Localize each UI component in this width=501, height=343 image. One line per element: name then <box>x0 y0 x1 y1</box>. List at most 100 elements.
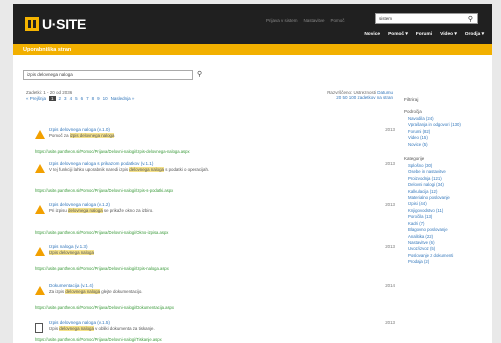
result-snippet: V tej funkciji lahko uporabnik naredi iz… <box>49 167 130 172</box>
result-item: Izpis delovnega naloga s prikazom podatk… <box>35 161 395 195</box>
result-version: (v.1.0) <box>97 127 110 132</box>
result-snippet: Izpis <box>49 326 60 331</box>
header-search-input[interactable] <box>376 14 464 23</box>
result-url[interactable]: https://usite.pantheon.si/Pomoc/Prijava/… <box>35 230 168 235</box>
result-highlight: delovnega naloga <box>59 326 94 331</box>
result-title[interactable]: Izpis delovnega naloga s prikazom podatk… <box>49 161 139 166</box>
result-version: (v.1.2) <box>97 202 110 207</box>
filter-section-title: Kategorije <box>404 156 425 162</box>
result-date: 2013 <box>385 320 395 325</box>
result-version: (v.1.3) <box>74 244 88 249</box>
filter-section-title: Področja <box>404 109 422 114</box>
result-highlight: izpis delovnega naloga <box>69 133 115 138</box>
filter-heading: Filtriraj <box>404 98 419 103</box>
warning-icon <box>35 130 45 139</box>
app: U·SITE Prijava v sistem Nastavitve Pomoč… <box>0 0 501 343</box>
result-snippet-end: glejte dokumentacijo. <box>100 289 143 294</box>
result-item: Izpis delovnega naloga (v.1.2) Pri izpis… <box>35 202 395 238</box>
pagination-page[interactable]: 7 <box>86 96 89 101</box>
result-version: (v.1.4) <box>80 283 94 288</box>
result-highlight: delovnega naloga <box>65 289 101 294</box>
result-highlight: Izpis delovnega naloga <box>49 250 94 255</box>
site-logo[interactable]: U·SITE <box>25 16 86 32</box>
result-title[interactable]: Izpis naloga <box>49 244 74 249</box>
warning-icon <box>35 164 45 173</box>
top-link-settings[interactable]: Nastavitve <box>304 18 325 23</box>
search-icon[interactable]: ⚲ <box>464 14 477 23</box>
result-date: 2013 <box>385 161 395 166</box>
result-title[interactable]: Izpis delovnega naloga <box>49 202 96 207</box>
result-url[interactable]: https://usite.pantheon.si/Pomoc/Prijava/… <box>35 305 174 310</box>
pagination-page[interactable]: 1 <box>49 96 56 101</box>
content-search-input[interactable]: izpis delovnega naloga <box>23 70 193 80</box>
section-title: Uporabniška stran <box>23 47 72 53</box>
result-body: Dokumentacija (v.1.4) Za izpis delovnega… <box>49 283 389 295</box>
result-body: Izpis delovnega naloga (v.1.0) Pomoč za … <box>49 127 389 139</box>
pagination-page[interactable]: 6 <box>81 96 84 101</box>
result-date: 2013 <box>385 202 395 207</box>
result-title[interactable]: Izpis delovnega naloga <box>49 320 96 325</box>
content-search: izpis delovnega naloga ⚲ <box>23 70 207 80</box>
logo-icon <box>25 17 39 31</box>
result-snippet: Pomoč za <box>49 133 70 138</box>
logo-text: U·SITE <box>42 16 87 32</box>
nav-item-tools[interactable]: Orodja ▾ <box>465 32 484 37</box>
top-links: Prijava v sistem Nastavitve Pomoč <box>266 18 345 23</box>
result-highlight: delovnega naloga <box>68 208 103 213</box>
result-item: Izpis delovnega naloga (v.1.5) Izpis del… <box>35 320 395 343</box>
nav-item-news[interactable]: Novice <box>364 32 380 37</box>
result-item: Izpis naloga (v.1.3) Izpis delovnega nal… <box>35 244 395 278</box>
warning-icon <box>35 286 45 295</box>
warning-icon <box>35 247 45 256</box>
pagination-page[interactable]: 8 <box>92 96 95 101</box>
result-item: Izpis delovnega naloga (v.1.0) Pomoč za … <box>35 127 395 157</box>
site-header: U·SITE Prijava v sistem Nastavitve Pomoč… <box>13 4 492 44</box>
pagination-page[interactable]: 10 <box>103 96 108 101</box>
result-url[interactable]: https://usite.pantheon.si/Pomoc/Prijava/… <box>35 337 162 342</box>
result-date: 2014 <box>385 283 395 288</box>
result-body: Izpis delovnega naloga (v.1.5) Izpis del… <box>49 320 389 332</box>
pagination-prev[interactable]: « Prejšnja <box>26 96 46 101</box>
page-frame: U·SITE Prijava v sistem Nastavitve Pomoč… <box>13 4 492 343</box>
result-url[interactable]: https://usite.pantheon.si/Pomoc/Prijava/… <box>35 188 173 193</box>
nav-item-video[interactable]: Video ▾ <box>440 32 457 37</box>
document-icon <box>35 323 43 333</box>
result-body: Izpis delovnega naloga (v.1.2) Pri izpis… <box>49 202 389 214</box>
result-date: 2013 <box>385 244 395 249</box>
result-snippet-end: v obliki dokumenta za tiskanje. <box>93 326 155 331</box>
result-version: (v.1.1) <box>140 161 154 166</box>
result-highlight: delovnega naloga <box>129 167 164 172</box>
pagination-page[interactable]: 9 <box>97 96 100 101</box>
result-snippet-end: se prikaže okno za izbiro. <box>102 208 154 213</box>
nav-item-help[interactable]: Pomoč ▾ <box>388 32 408 37</box>
result-url[interactable]: https://usite.pantheon.si/Pomoc/Prijava/… <box>35 149 190 154</box>
result-body: Izpis naloga (v.1.3) Izpis delovnega nal… <box>49 244 389 256</box>
results-count: Zadetki: 1 - 20 od 2036 <box>26 90 73 95</box>
result-date: 2013 <box>385 127 395 132</box>
nav-item-forums[interactable]: Forumi <box>416 32 432 37</box>
pagination-page[interactable]: 4 <box>70 96 73 101</box>
filter-link[interactable]: Prodaja (2) <box>404 259 484 265</box>
search-icon[interactable]: ⚲ <box>197 70 207 80</box>
pagination-next[interactable]: Naslednja » <box>111 96 135 101</box>
pagination-page[interactable]: 5 <box>75 96 78 101</box>
section-bar: Uporabniška stran <box>13 44 492 55</box>
pagination-page[interactable]: 3 <box>64 96 67 101</box>
sort-info: Razvrščeno: Ustreznosti Datumu 20 50 100… <box>313 90 393 100</box>
pagination-page[interactable]: 2 <box>59 96 62 101</box>
per-page-options[interactable]: 20 50 100 zadetkov na stran <box>313 95 393 100</box>
filter-sidebar: Filtriraj Področja Navodila (24) Vprašan… <box>404 98 484 266</box>
main-nav: Novice Pomoč ▾ Forumi Video ▾ Orodja ▾ <box>364 32 484 37</box>
result-title[interactable]: Izpis delovnega naloga <box>49 127 96 132</box>
result-title[interactable]: Dokumentacija <box>49 283 79 288</box>
top-link-help[interactable]: Pomoč <box>331 18 345 23</box>
top-link-login[interactable]: Prijava v sistem <box>266 18 298 23</box>
pagination: « Prejšnja 1 2 3 4 5 6 7 8 9 10 Naslednj… <box>26 96 134 101</box>
warning-icon <box>35 205 45 214</box>
header-search: ⚲ <box>375 13 478 24</box>
result-url[interactable]: https://usite.pantheon.si/Pomoc/Prijava/… <box>35 266 169 271</box>
filter-link[interactable]: Novice (5) <box>404 142 484 148</box>
result-body: Izpis delovnega naloga s prikazom podatk… <box>49 161 389 173</box>
result-version: (v.1.5) <box>97 320 110 325</box>
result-item: Dokumentacija (v.1.4) Za izpis delovnega… <box>35 283 395 313</box>
